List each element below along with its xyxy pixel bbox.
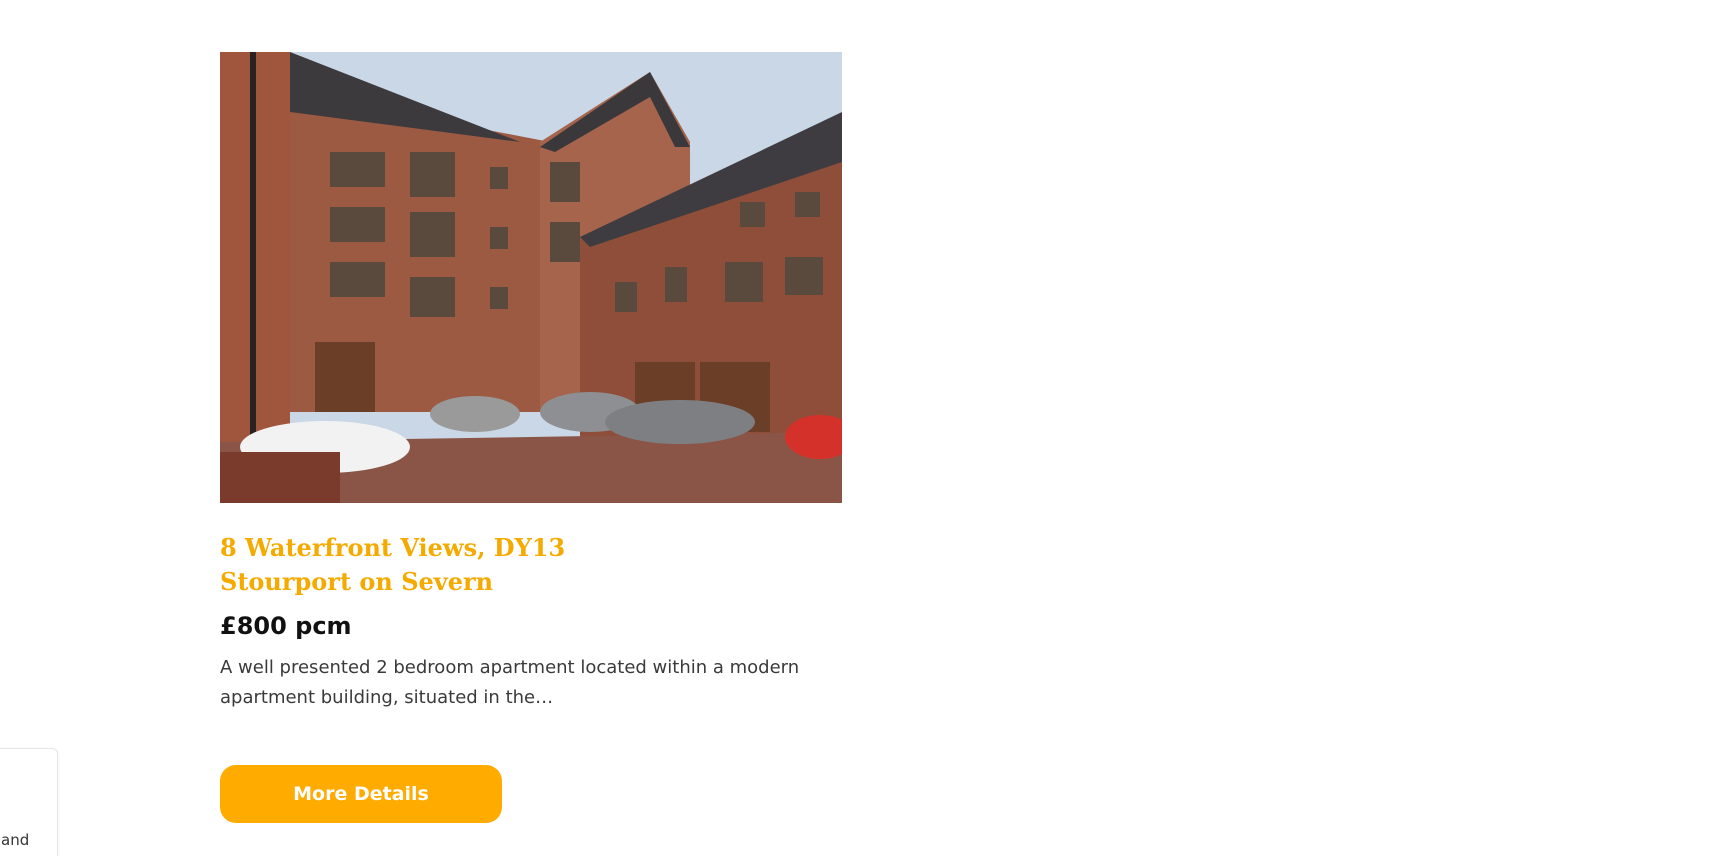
page: 8 Waterfront Views, DY13 Stourport on Se… bbox=[0, 0, 1718, 856]
property-card: 8 Waterfront Views, DY13 Stourport on Se… bbox=[220, 52, 842, 823]
property-title[interactable]: 8 Waterfront Views, DY13 Stourport on Se… bbox=[220, 531, 842, 599]
property-photo-illustration bbox=[220, 52, 842, 503]
property-description: A well presented 2 bedroom apartment loc… bbox=[220, 657, 800, 708]
side-widget-text: and bbox=[1, 831, 30, 849]
property-title-line1[interactable]: 8 Waterfront Views, DY13 bbox=[220, 531, 842, 565]
side-widget[interactable]: and bbox=[0, 748, 58, 856]
property-title-line2[interactable]: Stourport on Severn bbox=[220, 565, 842, 599]
more-details-button[interactable]: More Details bbox=[220, 765, 502, 823]
property-price: £800 pcm bbox=[220, 612, 352, 640]
property-photo[interactable] bbox=[220, 52, 842, 503]
